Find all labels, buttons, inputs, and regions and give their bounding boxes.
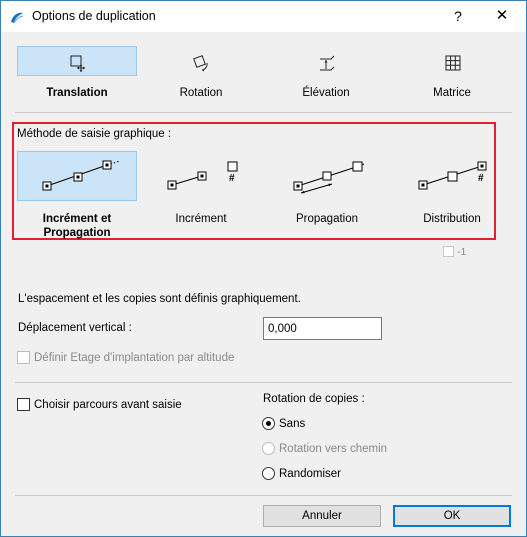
propagation-thumbnail[interactable]	[267, 151, 387, 201]
mode-rotation[interactable]: Rotation	[141, 46, 261, 101]
distribution-thumbnail[interactable]: #	[392, 151, 512, 201]
mode-translation-label: Translation	[46, 87, 108, 99]
minus-one-option: -1	[443, 244, 466, 258]
rotation-none-label[interactable]: Sans	[279, 418, 305, 430]
matrix-grid-icon	[445, 55, 461, 71]
define-story-by-altitude-label: Définir Etage d'implantation par altitud…	[34, 351, 235, 364]
mode-matrice[interactable]: Matrice	[392, 46, 512, 101]
rotation-none-radio[interactable]	[262, 417, 275, 430]
increment-diagram-icon	[167, 161, 238, 190]
ok-button[interactable]: OK	[393, 505, 511, 527]
cancel-button[interactable]: Annuler	[263, 505, 381, 527]
mode-translation-button[interactable]	[17, 46, 137, 76]
copy-rotation-title: Rotation de copies :	[263, 393, 365, 405]
title-bar: Options de duplication ? ✕	[1, 1, 526, 32]
mode-elevation-button[interactable]	[266, 46, 386, 76]
increment-thumbnail[interactable]: #	[141, 151, 261, 201]
rotation-randomize-radio[interactable]	[262, 467, 275, 480]
distribution-label: Distribution	[423, 213, 481, 225]
choose-path-checkbox[interactable]	[17, 398, 30, 411]
vertical-offset-input[interactable]	[263, 317, 382, 340]
propagation-diagram-icon	[293, 161, 365, 194]
increment-label: Incrément	[175, 213, 227, 225]
rotation-option-to-path: Rotation vers chemin	[262, 442, 387, 455]
duplication-options-dialog: Options de duplication ? ✕ Translation R…	[0, 0, 527, 537]
mode-matrice-button[interactable]	[392, 46, 512, 76]
hash-symbol: #	[229, 173, 235, 184]
choose-path-label[interactable]: Choisir parcours avant saisie	[34, 399, 182, 411]
choose-path-option[interactable]: Choisir parcours avant saisie	[17, 398, 182, 411]
app-logo-icon	[11, 12, 24, 24]
separator	[15, 382, 512, 383]
distribution-diagram-icon	[418, 161, 487, 190]
minus-one-label: -1	[457, 245, 467, 258]
mode-elevation-label: Élévation	[302, 87, 350, 99]
define-story-by-altitude-checkbox	[17, 351, 30, 364]
separator	[15, 112, 512, 113]
help-button[interactable]: ?	[443, 5, 473, 27]
increment-propagation-label: Incrément et Propagation	[42, 213, 112, 239]
mode-rotation-label: Rotation	[179, 87, 223, 99]
elevation-icon	[320, 55, 335, 71]
close-button[interactable]: ✕	[487, 5, 517, 27]
propagation-label: Propagation	[295, 213, 359, 225]
rotation-option-none[interactable]: Sans	[262, 417, 305, 430]
vertical-offset-label: Déplacement vertical :	[18, 322, 132, 334]
hash-symbol: #	[478, 173, 484, 184]
define-story-by-altitude-option: Définir Etage d'implantation par altitud…	[17, 351, 234, 364]
increment-propagation-thumbnail[interactable]	[17, 151, 137, 201]
window-title: Options de duplication	[32, 9, 156, 23]
rotation-randomize-label[interactable]: Randomiser	[279, 468, 341, 480]
separator	[15, 495, 512, 496]
rotation-option-randomize[interactable]: Randomiser	[262, 467, 341, 480]
mode-rotation-button[interactable]	[141, 46, 261, 76]
minus-one-checkbox	[443, 246, 454, 258]
mode-elevation[interactable]: Élévation	[266, 46, 386, 101]
increment-propagation-diagram-icon	[42, 160, 121, 191]
mode-matrice-label: Matrice	[433, 87, 471, 99]
spacing-info-text: L'espacement et les copies sont définis …	[18, 293, 301, 305]
rotation-icon	[193, 55, 208, 72]
input-method-title: Méthode de saisie graphique :	[17, 128, 172, 140]
rotation-to-path-radio	[262, 442, 275, 455]
translation-icon	[70, 55, 85, 72]
rotation-to-path-label: Rotation vers chemin	[279, 442, 388, 455]
mode-translation[interactable]: Translation	[17, 46, 137, 101]
